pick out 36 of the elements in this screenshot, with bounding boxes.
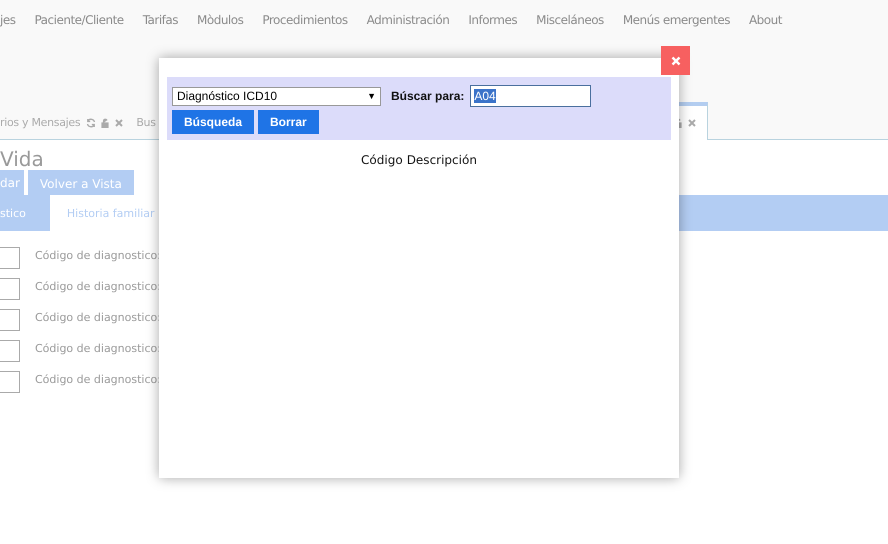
button[interactable]: Búsqueda xyxy=(172,110,254,134)
menu-item[interactable]: Mòdulos xyxy=(197,13,244,28)
input-field[interactable] xyxy=(0,278,20,300)
dropdown[interactable]: Diagnóstico ICD10 ▼ xyxy=(172,86,381,106)
field-label: Código de diagnostico: xyxy=(35,372,161,386)
search-field[interactable]: A04 xyxy=(470,85,592,107)
close-icon xyxy=(670,56,680,66)
tab[interactable]: rios y Mensajes xyxy=(0,106,132,139)
menu-item[interactable]: Informes xyxy=(468,13,518,28)
menu-item[interactable]: Administración xyxy=(366,13,450,28)
close-button[interactable] xyxy=(661,46,690,75)
field-label: Código de diagnostico: xyxy=(35,341,161,355)
page-title: Vida xyxy=(0,146,44,171)
column-header: Código xyxy=(361,153,403,167)
menu-item[interactable]: Tarifas xyxy=(142,13,178,28)
column-header: Descripción xyxy=(406,153,477,167)
menu-item[interactable]: Menús emergentes xyxy=(622,13,730,28)
button[interactable]: Borrar xyxy=(258,110,319,134)
field-label: Código de diagnostico: xyxy=(35,310,161,324)
close-icon[interactable] xyxy=(114,118,124,128)
field-label: Código de diagnostico: xyxy=(35,279,161,293)
input-field[interactable] xyxy=(0,371,20,393)
menu-item[interactable]: Misceláneos xyxy=(536,13,604,28)
menu-item[interactable]: jes xyxy=(0,13,16,28)
input-field[interactable] xyxy=(0,309,20,331)
field-label: Código de diagnostico: xyxy=(35,248,161,262)
input-field[interactable] xyxy=(0,247,20,269)
menu-item[interactable]: About xyxy=(748,13,782,28)
refresh-icon[interactable] xyxy=(86,118,96,128)
menu-item[interactable]: Paciente/Cliente xyxy=(34,13,124,28)
search-label: Búscar para: xyxy=(391,89,464,103)
caret-icon: ▼ xyxy=(367,91,376,101)
unlock-icon[interactable] xyxy=(100,118,110,128)
menu-item[interactable]: Procedimientos xyxy=(262,13,348,28)
close-icon[interactable] xyxy=(687,118,697,128)
input-field[interactable] xyxy=(0,340,20,362)
